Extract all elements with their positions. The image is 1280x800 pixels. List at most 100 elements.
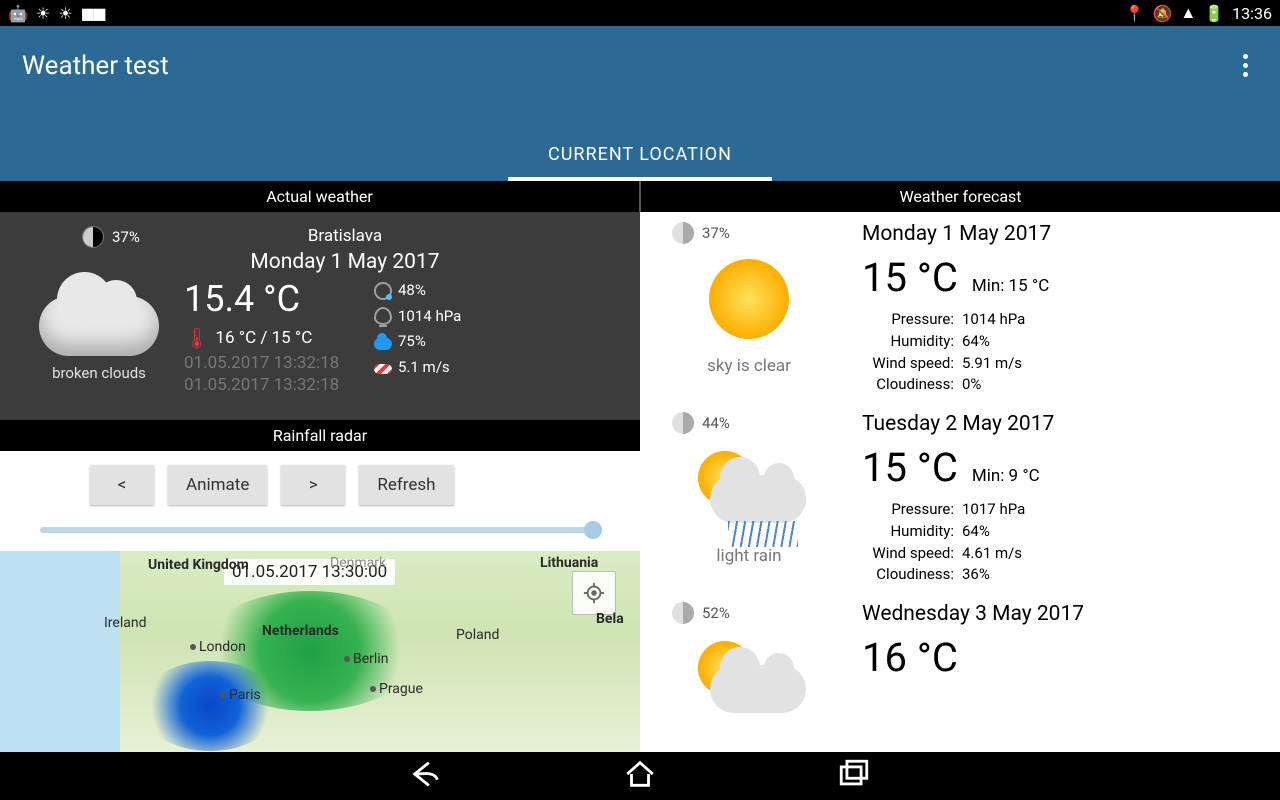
map-label-paris: Paris	[220, 687, 261, 703]
map-label-lithuania: Lithuania	[540, 555, 598, 571]
radar-next-button[interactable]: >	[281, 465, 345, 505]
map-label-netherlands: Netherlands	[262, 623, 339, 639]
fc-temp: 15 °C	[862, 444, 958, 491]
radar-prev-button[interactable]: <	[90, 465, 154, 505]
wind-icon	[374, 364, 392, 374]
fc-stats: Pressure:1017 hPa Humidity:64% Wind spee…	[862, 499, 1262, 586]
map-label-bela: Bela	[596, 611, 624, 627]
header-weather-forecast: Weather forecast	[641, 181, 1280, 212]
fc-cloud: 36%	[962, 564, 990, 586]
map-precipitation-heavy	[140, 661, 280, 751]
nav-back-button[interactable]	[409, 757, 443, 795]
actual-high-low: 16 °C / 15 °C	[215, 328, 312, 348]
fc-pressure: 1017 hPa	[962, 499, 1025, 521]
status-time: 13:36	[1232, 4, 1272, 23]
column-headers: Actual weather Weather forecast	[0, 181, 1280, 212]
fc-wind-label: Wind speed:	[862, 543, 954, 565]
map-label-london: London	[190, 639, 246, 655]
thermometer-icon: 🌡	[184, 326, 209, 350]
fc-min: Min: 9 °C	[972, 466, 1040, 486]
actual-date: Monday 1 May 2017	[64, 250, 626, 274]
radar-map[interactable]: 01.05.2017 13:30:00 United Kingdom Irela…	[0, 551, 640, 757]
header-actual-weather: Actual weather	[0, 181, 641, 212]
fc-humidity: 64%	[962, 331, 990, 353]
forecast-item: 37% sky is clear Monday 1 May 2017 15 °C…	[640, 212, 1280, 402]
fc-cloud-label: Cloudiness:	[862, 374, 954, 396]
moon-icon	[672, 602, 694, 624]
app-bar: Weather test CURRENT LOCATION	[0, 26, 1280, 181]
wifi-icon: ▲	[1180, 3, 1196, 23]
cloud-icon	[39, 296, 159, 356]
fc-wind-label: Wind speed:	[862, 353, 954, 375]
fc-wind: 5.91 m/s	[962, 353, 1022, 375]
radar-slider-thumb[interactable]	[584, 521, 602, 539]
radar-animate-button[interactable]: Animate	[168, 465, 267, 505]
battery-charging-icon: 🔋	[1204, 4, 1224, 23]
cloud-icon	[710, 665, 806, 713]
radar-refresh-button[interactable]: Refresh	[359, 465, 453, 505]
radar-slider[interactable]	[40, 527, 600, 533]
tab-current-location[interactable]: CURRENT LOCATION	[508, 128, 772, 181]
map-label-berlin: Berlin	[344, 651, 388, 667]
humidity-icon	[374, 282, 392, 300]
barcode-icon: ▮▮▮▮	[81, 4, 104, 23]
actual-ts1: 01.05.2017 13:32:18	[184, 352, 374, 374]
map-label-denmark: Denmark	[330, 555, 386, 571]
fc-wind: 4.61 m/s	[962, 543, 1022, 565]
fc-stats: Pressure:1014 hPa Humidity:64% Wind spee…	[862, 309, 1262, 396]
radar-controls: < Animate > Refresh	[0, 451, 640, 519]
cloudiness-icon	[374, 338, 392, 350]
fc-humidity-label: Humidity:	[862, 331, 954, 353]
actual-ts2: 01.05.2017 13:32:18	[184, 374, 374, 396]
actual-city: Bratislava	[64, 226, 626, 246]
nav-recents-button[interactable]	[837, 757, 871, 795]
fc-temp: 16 °C	[862, 634, 958, 681]
fc-condition: sky is clear	[664, 356, 834, 376]
actual-condition: broken clouds	[14, 364, 184, 382]
nav-home-button[interactable]	[623, 757, 657, 795]
moon-percent: 37%	[112, 228, 140, 246]
fc-date: Monday 1 May 2017	[862, 222, 1262, 246]
actual-wind: 5.1 m/s	[398, 355, 450, 381]
fc-moon-percent: 44%	[702, 414, 730, 432]
moon-icon	[672, 222, 694, 244]
map-label-ireland: Ireland	[104, 615, 147, 631]
fc-cloud: 0%	[962, 374, 981, 396]
fc-moon-percent: 37%	[702, 224, 730, 242]
actual-temperature: 15.4 °C	[184, 278, 374, 320]
actual-pressure: 1014 hPa	[398, 304, 461, 330]
map-label-uk: United Kingdom	[148, 557, 249, 573]
map-label-prague: Prague	[370, 681, 423, 697]
fc-condition: light rain	[664, 546, 834, 566]
status-bar: 🤖 ☀ ☀ ▮▮▮▮ 📍 🔕 ▲ 🔋 13:36	[0, 0, 1280, 26]
fc-date: Tuesday 2 May 2017	[862, 412, 1262, 436]
brightness-icon: ☀	[36, 4, 50, 23]
brightness-icon-2: ☀	[58, 4, 72, 23]
actual-cloudiness: 75%	[398, 329, 426, 355]
rain-icon	[728, 521, 798, 547]
moon-icon	[82, 226, 104, 248]
mute-icon: 🔕	[1152, 4, 1172, 23]
moon-icon	[672, 412, 694, 434]
fc-cloud-label: Cloudiness:	[862, 564, 954, 586]
radar-header: Rainfall radar	[0, 420, 640, 451]
fc-temp: 15 °C	[862, 254, 958, 301]
fc-min: Min: 15 °C	[972, 276, 1049, 296]
column-forecast[interactable]: 37% sky is clear Monday 1 May 2017 15 °C…	[640, 212, 1280, 757]
overflow-menu-button[interactable]	[1233, 48, 1258, 83]
forecast-item: 44% light rain Tuesday 2 May 2017 15 °C …	[640, 402, 1280, 592]
nav-bar	[0, 752, 1280, 800]
app-title: Weather test	[22, 51, 169, 81]
actual-weather-panel: 37% Bratislava Monday 1 May 2017 broken …	[0, 212, 640, 420]
fc-date: Wednesday 3 May 2017	[862, 602, 1262, 626]
radar-slider-wrap	[0, 519, 640, 551]
fc-moon-percent: 52%	[702, 604, 730, 622]
moon-phase: 37%	[82, 226, 140, 248]
map-locate-button[interactable]	[572, 571, 616, 615]
cloud-icon	[710, 475, 806, 523]
fc-humidity-label: Humidity:	[862, 521, 954, 543]
android-icon: 🤖	[8, 4, 28, 23]
sun-icon	[709, 259, 789, 339]
map-label-poland: Poland	[456, 627, 499, 643]
map-sea	[0, 551, 120, 757]
